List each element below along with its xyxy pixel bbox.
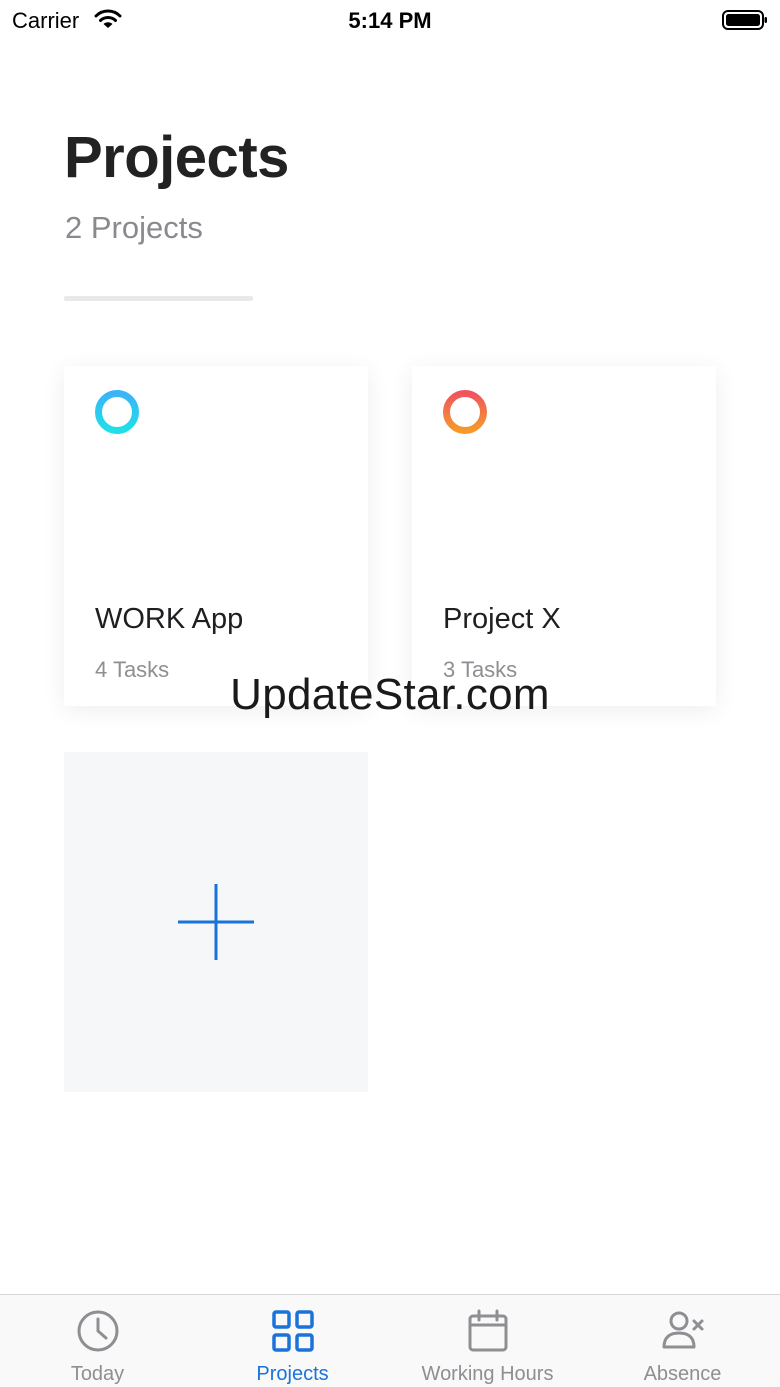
project-card-work-app[interactable]: WORK App 4 Tasks	[64, 366, 368, 706]
project-name: WORK App	[95, 603, 244, 635]
tab-label: Absence	[643, 1363, 722, 1385]
ring-icon	[95, 390, 139, 434]
tab-label: Projects	[256, 1363, 329, 1385]
projects-screen: Carrier 5:14 PM Projects 2 Projects WORK…	[0, 0, 780, 1387]
plus-icon	[178, 884, 254, 960]
tab-label: Today	[70, 1363, 125, 1385]
project-count: 2 Projects	[65, 210, 203, 245]
grid-icon	[272, 1310, 314, 1352]
project-card-project-x[interactable]: Project X 3 Tasks	[412, 366, 716, 706]
add-project-button[interactable]	[64, 752, 368, 1092]
header-divider	[64, 296, 253, 301]
watermark: UpdateStar.com	[230, 670, 550, 719]
page-title: Projects	[64, 125, 289, 190]
tab-projects[interactable]: Projects	[195, 1295, 390, 1387]
tab-absence[interactable]: Absence	[585, 1295, 780, 1387]
tab-label: Working Hours	[421, 1363, 554, 1385]
status-time: 5:14 PM	[348, 8, 432, 33]
person-x-icon	[662, 1311, 704, 1349]
tab-working-hours[interactable]: Working Hours	[390, 1295, 585, 1387]
tab-today[interactable]: Today	[0, 1295, 195, 1387]
ring-icon	[443, 390, 487, 434]
battery-icon	[722, 10, 767, 30]
project-name: Project X	[443, 603, 561, 635]
calendar-icon	[468, 1309, 508, 1352]
status-bar: Carrier 5:14 PM	[0, 0, 780, 40]
clock-icon	[77, 1310, 119, 1352]
tab-bar: Today Projects Working Hours Absence	[0, 1294, 780, 1387]
